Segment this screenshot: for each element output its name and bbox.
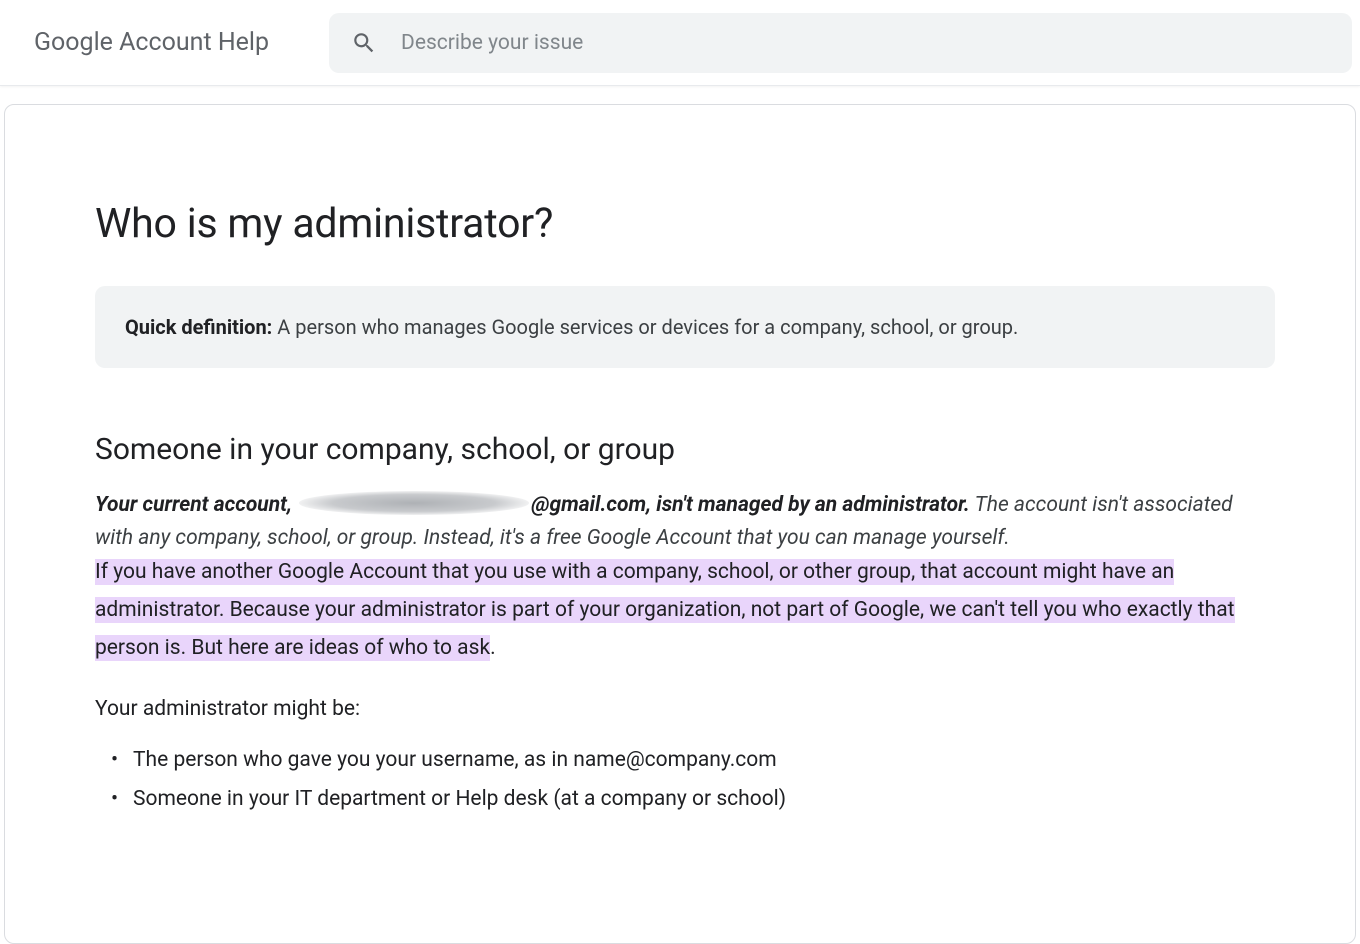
list-item: Someone in your IT department or Help de… xyxy=(119,780,1275,819)
search-box[interactable] xyxy=(329,13,1352,73)
site-title[interactable]: Google Account Help xyxy=(0,28,329,57)
highlighted-text: If you have another Google Account that … xyxy=(95,559,1235,661)
account-status-paragraph: Your current account, @gmail.com, isn't … xyxy=(95,489,1275,554)
admin-candidates-list: The person who gave you your username, a… xyxy=(95,741,1275,819)
list-item: The person who gave you your username, a… xyxy=(119,741,1275,780)
highlighted-text-period: . xyxy=(490,636,496,660)
search-input[interactable] xyxy=(401,31,1330,55)
quick-definition-label: Quick definition: xyxy=(125,315,272,339)
article-card: Who is my administrator? Quick definitio… xyxy=(4,104,1356,944)
quick-definition-box: Quick definition: A person who manages G… xyxy=(95,286,1275,368)
account-status-suffix: @gmail.com, isn't managed by an administ… xyxy=(531,493,970,517)
quick-definition-text: A person who manages Google services or … xyxy=(272,315,1018,339)
search-icon xyxy=(351,30,377,56)
list-intro: Your administrator might be: xyxy=(95,697,1275,721)
section-heading: Someone in your company, school, or grou… xyxy=(95,432,1275,467)
page-title: Who is my administrator? xyxy=(95,200,1275,248)
account-status-prefix: Your current account, xyxy=(95,493,297,517)
highlighted-paragraph: If you have another Google Account that … xyxy=(95,554,1275,667)
header-bar: Google Account Help xyxy=(0,0,1360,86)
redacted-email-username xyxy=(299,491,529,515)
